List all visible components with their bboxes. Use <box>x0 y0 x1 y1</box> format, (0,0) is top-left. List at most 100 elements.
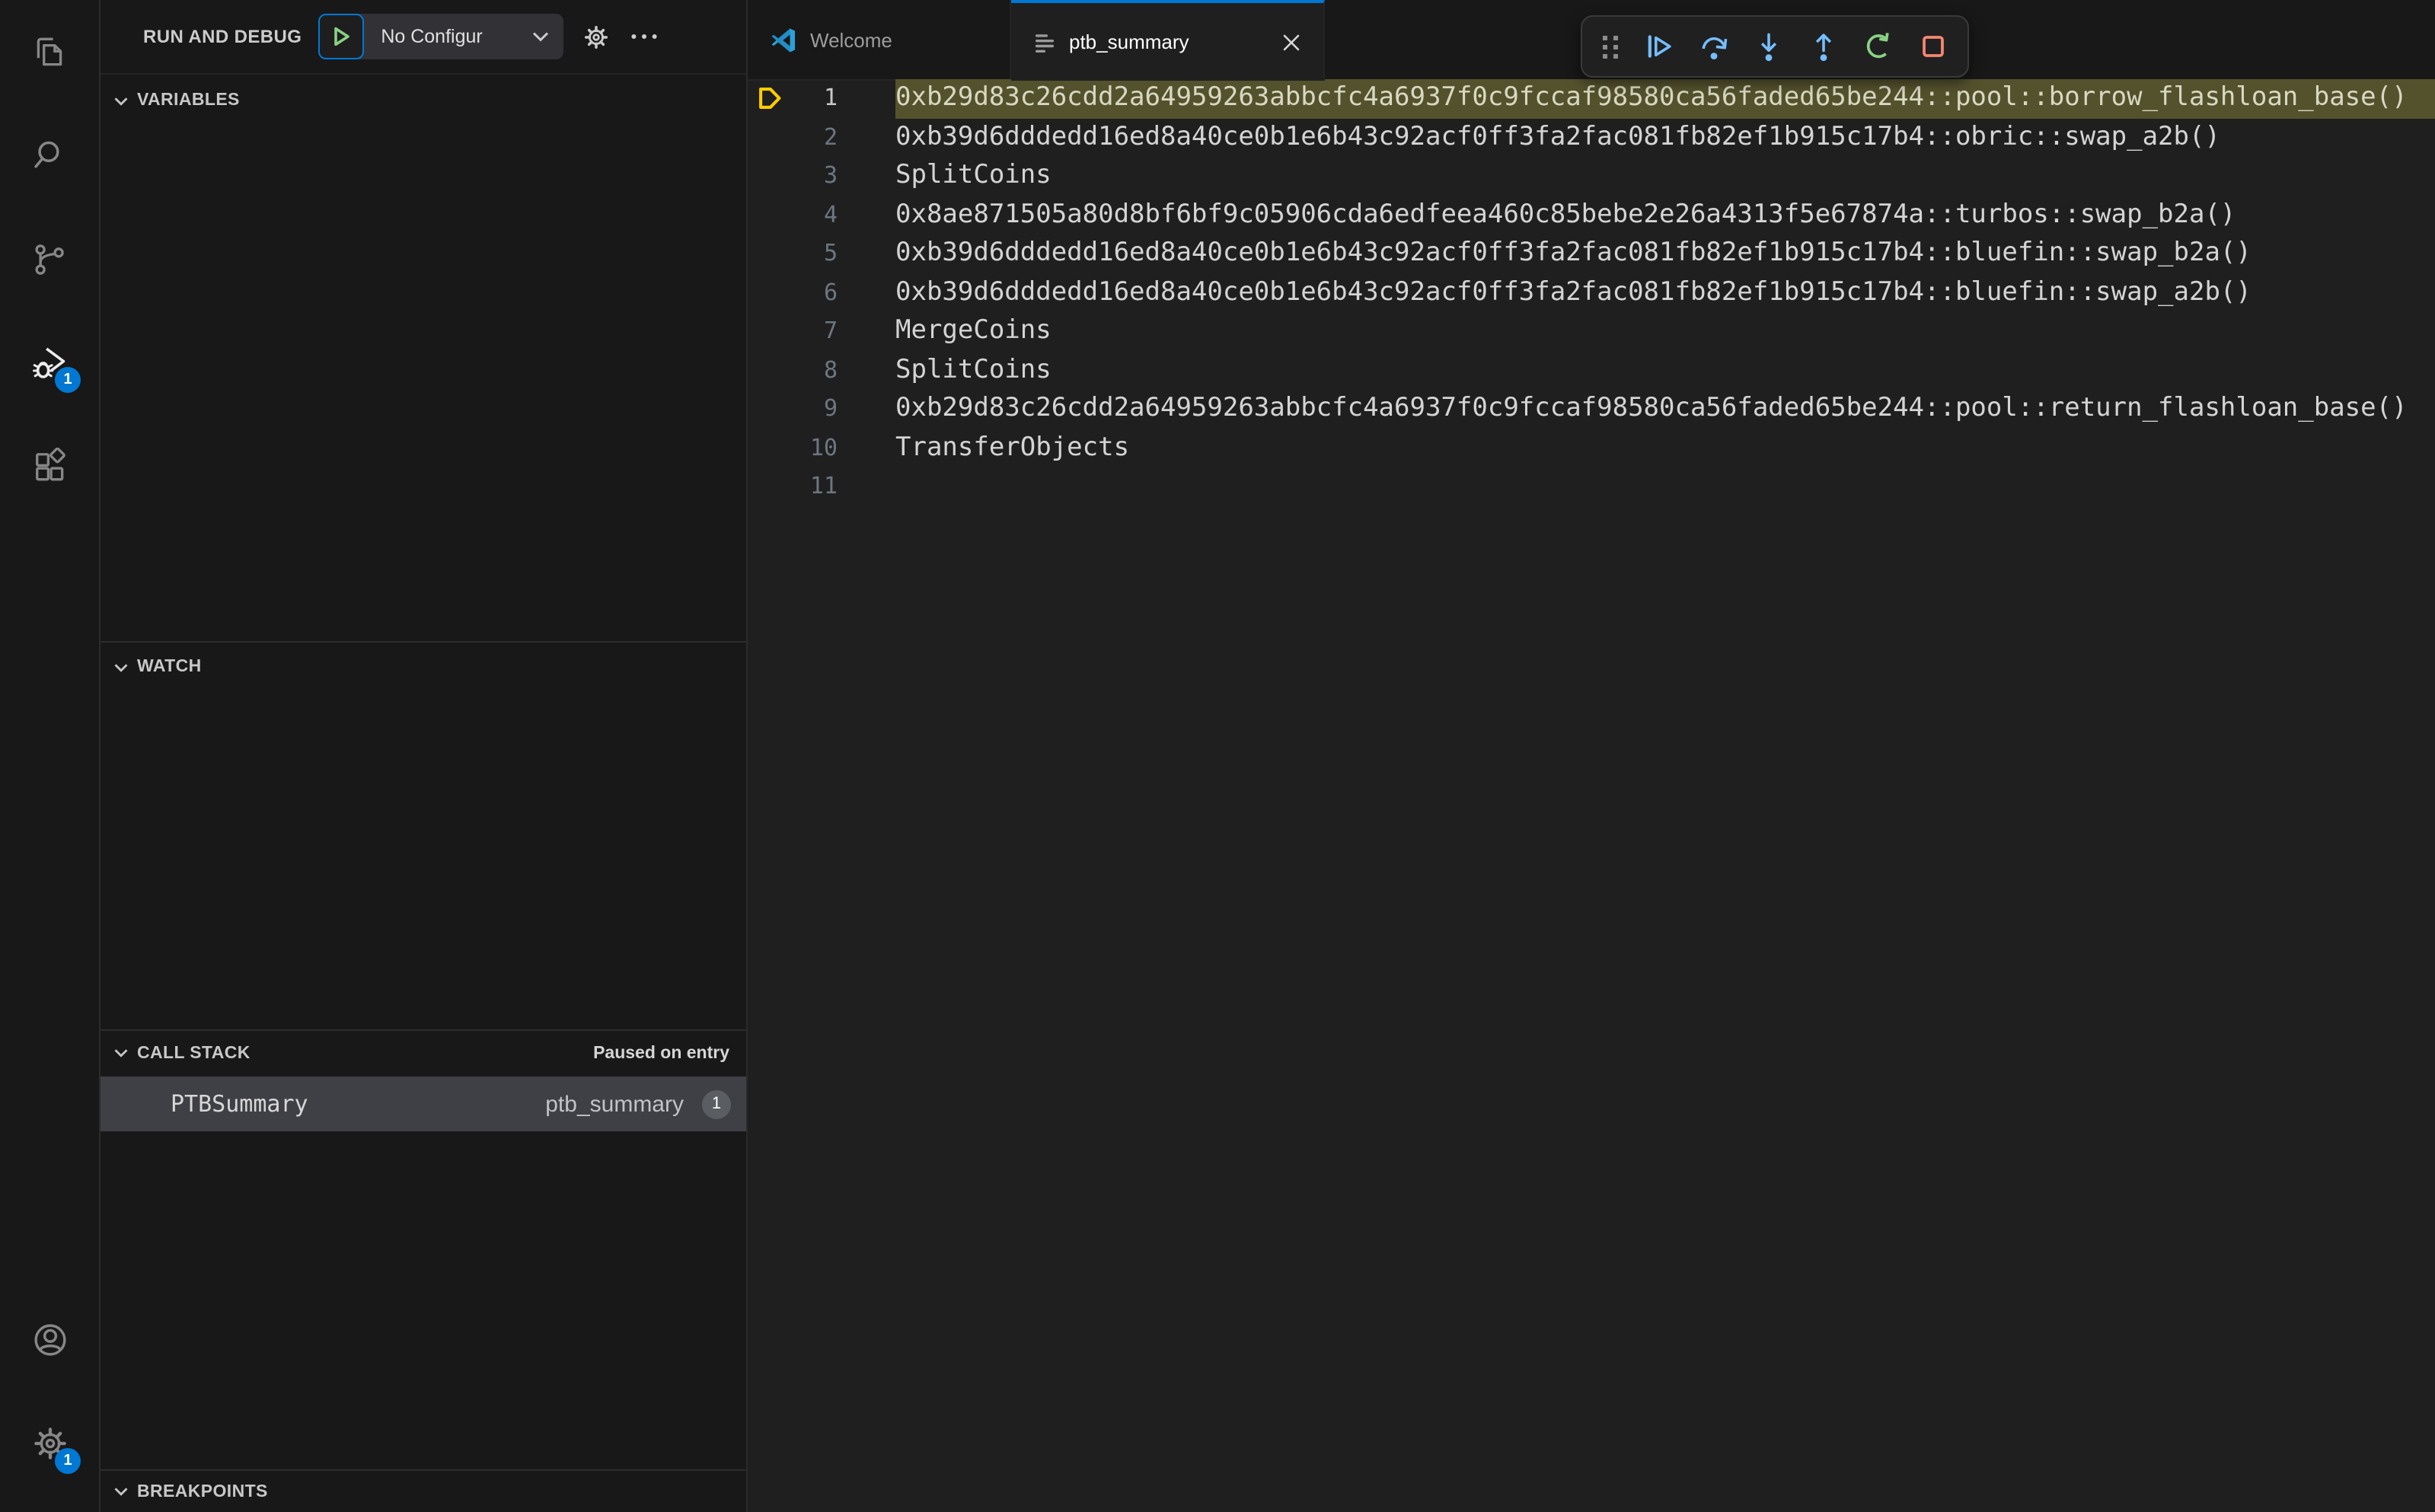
editor-gutter[interactable]: 11 <box>748 467 895 506</box>
debug-settings-gear-icon[interactable] <box>582 22 611 51</box>
step-over-button[interactable] <box>1698 30 1730 62</box>
code-editor[interactable]: 1 0xb29d83c26cdd2a64959263abbcfc4a6937f0… <box>748 79 2435 1512</box>
code-text: 0xb39d6dddedd16ed8a40ce0b1e6b43c92acf0ff… <box>895 276 2251 307</box>
debug-badge: 1 <box>55 367 81 393</box>
code-line: 8 SplitCoins <box>748 351 2435 390</box>
sidebar-item-search[interactable] <box>0 104 99 207</box>
sidebar-item-explorer[interactable] <box>0 0 99 104</box>
sidebar-header: RUN AND DEBUG No Configur <box>101 0 746 75</box>
breakpoints-section-label: BREAKPOINTS <box>137 1482 268 1501</box>
line-number: 6 <box>823 278 838 305</box>
code-text: SplitCoins <box>895 354 1052 384</box>
code-text: MergeCoins <box>895 315 1052 346</box>
sidebar-item-source-control[interactable] <box>0 207 99 311</box>
step-into-button[interactable] <box>1753 30 1785 62</box>
run-and-debug-sidebar: RUN AND DEBUG No Configur VARIABLES WATC… <box>101 0 748 1512</box>
call-stack-section-label: CALL STACK <box>137 1044 251 1062</box>
close-icon[interactable] <box>1281 31 1302 53</box>
tab-label: ptb_summary <box>1069 30 1189 53</box>
editor-gutter[interactable]: 10 <box>748 429 895 467</box>
sidebar-item-run-and-debug[interactable]: 1 <box>0 311 99 414</box>
editor-gutter[interactable]: 7 <box>748 312 895 351</box>
files-icon <box>30 33 69 71</box>
tab-ptb-summary[interactable]: ptb_summary <box>1011 0 1325 81</box>
start-debugging-icon <box>329 24 353 49</box>
line-number: 1 <box>823 84 838 111</box>
account-icon <box>30 1320 69 1360</box>
editor-gutter[interactable]: 9 <box>748 390 895 429</box>
code-line: 1 0xb29d83c26cdd2a64959263abbcfc4a6937f0… <box>748 79 2435 118</box>
more-actions-icon[interactable] <box>630 32 658 41</box>
code-line: 3 SplitCoins <box>748 157 2435 196</box>
extensions-icon <box>30 447 69 485</box>
editor-gutter[interactable]: 2 <box>748 118 895 157</box>
vscode-logo-icon <box>769 25 798 54</box>
sidebar-item-extensions[interactable] <box>0 414 99 518</box>
line-number: 9 <box>823 394 838 422</box>
vscode-window: 1 1 RUN AND DEBUG No Configur VARIABLES … <box>0 0 2435 1512</box>
watch-section-label: WATCH <box>137 658 202 676</box>
code-text: TransferObjects <box>895 432 1130 462</box>
stack-frame-name: PTBSummary <box>171 1090 308 1118</box>
code-text: 0xb39d6dddedd16ed8a40ce0b1e6b43c92acf0ff… <box>895 121 2220 152</box>
chevron-down-icon <box>110 89 132 112</box>
activity-bar-top: 1 <box>0 0 99 518</box>
chevron-down-icon <box>110 1041 132 1064</box>
call-stack-frame-row[interactable]: PTBSummary ptb_summary 1 <box>101 1077 746 1131</box>
variables-section-label: VARIABLES <box>137 91 240 110</box>
activity-bar: 1 1 <box>0 0 101 1512</box>
code-line: 6 0xb39d6dddedd16ed8a40ce0b1e6b43c92acf0… <box>748 273 2435 312</box>
line-number: 11 <box>809 472 838 499</box>
settings-badge: 1 <box>55 1448 81 1474</box>
line-number: 10 <box>809 433 838 461</box>
line-number: 2 <box>823 123 838 150</box>
sidebar-item-settings[interactable]: 1 <box>0 1392 99 1495</box>
search-icon <box>30 136 69 174</box>
activity-bar-bottom: 1 <box>0 1288 99 1512</box>
code-text: SplitCoins <box>895 160 1052 190</box>
code-line: 9 0xb29d83c26cdd2a64959263abbcfc4a6937f0… <box>748 390 2435 429</box>
line-number: 7 <box>823 317 838 344</box>
code-text: 0xb39d6dddedd16ed8a40ce0b1e6b43c92acf0ff… <box>895 238 2251 268</box>
toolbar-drag-handle-icon[interactable] <box>1600 33 1620 60</box>
editor-gutter[interactable]: 6 <box>748 273 895 312</box>
stack-frame-session: ptb_summary <box>545 1091 684 1117</box>
continue-button[interactable] <box>1643 30 1675 62</box>
code-line: 10 TransferObjects <box>748 429 2435 467</box>
step-out-button[interactable] <box>1808 30 1840 62</box>
chevron-down-icon <box>531 27 550 46</box>
restart-button[interactable] <box>1862 30 1894 62</box>
editor-group: Welcome ptb_summary 1 0xb29d83c26cdd2a64… <box>748 0 2435 1512</box>
line-number: 5 <box>823 239 838 266</box>
launch-configuration-control: No Configur <box>318 14 564 59</box>
stack-frame-badge: 1 <box>702 1089 731 1118</box>
sidebar-item-accounts[interactable] <box>0 1288 99 1392</box>
configuration-dropdown[interactable]: No Configur <box>364 14 563 59</box>
code-text: 0xb29d83c26cdd2a64959263abbcfc4a6937f0c9… <box>895 79 2435 118</box>
chevron-down-icon <box>110 656 132 678</box>
tab-welcome[interactable]: Welcome <box>748 0 1011 79</box>
editor-gutter[interactable]: 1 <box>748 79 895 118</box>
breakpoints-section-header[interactable]: BREAKPOINTS <box>110 1471 746 1512</box>
code-line: 2 0xb39d6dddedd16ed8a40ce0b1e6b43c92acf0… <box>748 118 2435 157</box>
debug-current-line-arrow-icon <box>757 85 783 111</box>
editor-gutter[interactable]: 4 <box>748 196 895 234</box>
stop-button[interactable] <box>1917 30 1949 62</box>
editor-gutter[interactable]: 5 <box>748 234 895 273</box>
start-debugging-button[interactable] <box>318 14 365 59</box>
code-line: 7 MergeCoins <box>748 312 2435 351</box>
line-number: 3 <box>823 161 838 189</box>
code-line: 4 0x8ae871505a80d8bf6bf9c05906cda6edfeea… <box>748 196 2435 234</box>
code-line: 11 <box>748 467 2435 506</box>
code-text: 0xb29d83c26cdd2a64959263abbcfc4a6937f0c9… <box>895 393 2408 423</box>
source-control-icon <box>30 240 69 278</box>
variables-section-header[interactable]: VARIABLES <box>110 73 746 128</box>
editor-gutter[interactable]: 3 <box>748 157 895 196</box>
configuration-dropdown-value: No Configur <box>381 26 483 47</box>
chevron-down-icon <box>110 1480 132 1503</box>
watch-section-header[interactable]: WATCH <box>110 643 746 691</box>
editor-gutter[interactable]: 8 <box>748 351 895 390</box>
tab-label: Welcome <box>810 28 892 51</box>
list-file-icon <box>1032 30 1057 54</box>
call-stack-section-header[interactable]: CALL STACK Paused on entry <box>110 1031 746 1075</box>
